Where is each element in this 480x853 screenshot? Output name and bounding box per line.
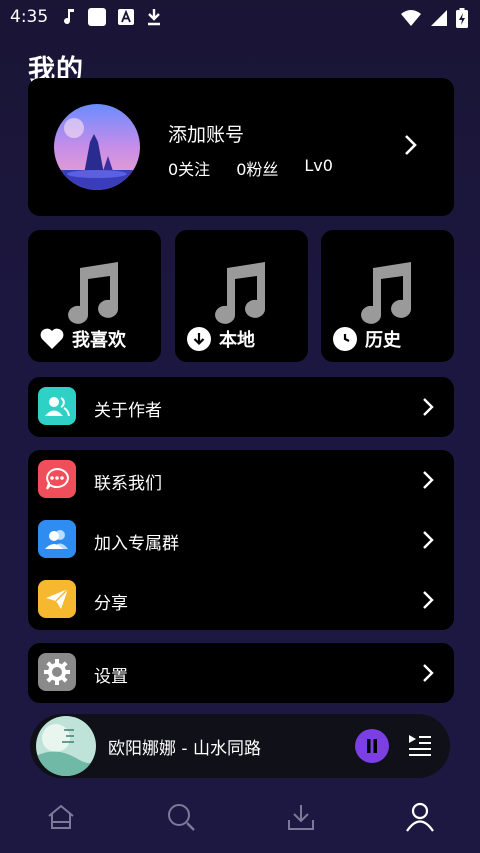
signal-icon: [431, 10, 447, 26]
level-badge: Lv0: [304, 156, 333, 175]
chevron-right-icon: [423, 664, 434, 682]
menu-label-share: 分享: [94, 594, 128, 614]
status-bar: 4:35: [0, 0, 480, 34]
menu-about-author[interactable]: 关于作者: [28, 377, 454, 437]
square-icon: [88, 8, 106, 26]
chevron-right-icon[interactable]: [404, 134, 418, 156]
group-icon: [38, 520, 76, 558]
menu-label-about: 关于作者: [94, 401, 162, 421]
search-icon[interactable]: [166, 802, 196, 832]
tile-local[interactable]: 本地: [175, 230, 308, 362]
tile-history[interactable]: 历史: [321, 230, 454, 362]
paper-plane-icon: [38, 580, 76, 618]
menu-group-social: 联系我们 加入专属群 分享: [28, 450, 454, 630]
profile-stats: 0关注 0粉丝 Lv0: [168, 156, 333, 180]
menu-label-contact: 联系我们: [94, 474, 162, 494]
download-circle-icon: [187, 327, 211, 351]
menu-label-group: 加入专属群: [94, 534, 179, 554]
status-time: 4:35: [10, 7, 49, 27]
text-a-icon: [118, 9, 134, 25]
tile-label-favorites: 我喜欢: [72, 330, 126, 351]
chevron-right-icon: [423, 531, 434, 549]
chevron-right-icon: [423, 471, 434, 489]
music-note-icon: [68, 262, 119, 324]
tile-label-history: 历史: [365, 330, 401, 351]
menu-share[interactable]: 分享: [28, 570, 454, 630]
bottom-tab-bar: [0, 790, 480, 853]
chat-bubble-icon: [38, 460, 76, 498]
menu-join-group[interactable]: 加入专属群: [28, 510, 454, 570]
chevron-right-icon: [423, 398, 434, 416]
battery-icon: [456, 8, 468, 28]
music-note-icon: [64, 9, 74, 25]
heart-icon: [40, 328, 64, 349]
menu-contact-us[interactable]: 联系我们: [28, 450, 454, 510]
clock-icon: [333, 327, 357, 351]
status-right-icons: [400, 8, 468, 28]
download-icon[interactable]: [286, 802, 316, 832]
album-cover[interactable]: [36, 716, 96, 776]
mini-player[interactable]: 欧阳娜娜 - 山水同路: [28, 714, 454, 778]
home-icon[interactable]: [46, 802, 76, 832]
song-title[interactable]: 欧阳娜娜 - 山水同路: [108, 734, 261, 759]
fans-count[interactable]: 0粉丝: [236, 156, 278, 180]
pause-icon: [367, 739, 377, 753]
profile-name[interactable]: 添加账号: [168, 120, 244, 147]
playlist-icon[interactable]: [408, 734, 432, 756]
pause-button[interactable]: [355, 729, 389, 763]
download-arrow-icon: [148, 9, 160, 26]
tile-label-local: 本地: [219, 330, 255, 351]
chevron-right-icon: [423, 591, 434, 609]
wifi-icon: [401, 10, 421, 26]
music-note-icon: [361, 262, 412, 324]
following-count[interactable]: 0关注: [168, 156, 210, 180]
tile-favorites[interactable]: 我喜欢: [28, 230, 161, 362]
profile-card[interactable]: 添加账号 0关注 0粉丝 Lv0: [28, 78, 454, 216]
status-left-icons: [62, 8, 162, 26]
profile-icon[interactable]: [405, 802, 435, 832]
gear-icon: [38, 653, 76, 691]
music-note-icon: [215, 262, 266, 324]
menu-settings[interactable]: 设置: [28, 643, 454, 703]
people-icon: [38, 387, 76, 425]
avatar[interactable]: [54, 104, 140, 190]
menu-label-settings: 设置: [94, 667, 128, 687]
